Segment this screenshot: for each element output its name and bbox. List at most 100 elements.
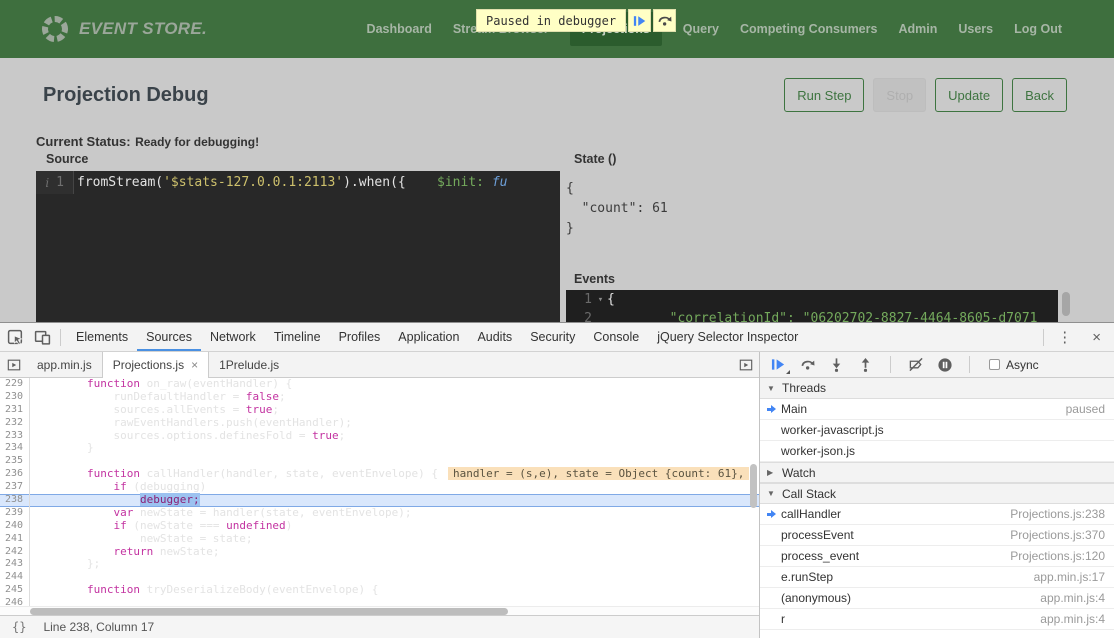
call-stack-frame-partial[interactable]	[760, 630, 1114, 638]
code-token-sel: debugger;	[140, 493, 200, 506]
devtools-tab-network[interactable]: Network	[201, 323, 265, 351]
line-number-gutter[interactable]: 234	[0, 442, 30, 455]
code-token-p	[34, 467, 87, 480]
source-editor[interactable]: i1 fromStream('$stats-127.0.0.1:2113').w…	[36, 171, 560, 322]
devtools-tab-timeline[interactable]: Timeline	[265, 323, 330, 351]
call-stack-section-header[interactable]: ▼Call Stack	[760, 483, 1114, 504]
step-over-button[interactable]	[653, 9, 676, 32]
close-tab-icon[interactable]: ×	[191, 358, 198, 372]
line-number-gutter[interactable]: 244	[0, 571, 30, 584]
show-drawer-button[interactable]	[732, 352, 759, 377]
state-json-line: }	[566, 219, 668, 239]
events-editor[interactable]: 1▾{2 "correlationId": "06202702-8827-446…	[566, 290, 1058, 322]
line-number-gutter[interactable]: 232	[0, 417, 30, 430]
devtools-menu-button[interactable]: ⋮	[1048, 328, 1081, 346]
call-stack-frame-callhandler[interactable]: callHandlerProjections.js:238	[760, 504, 1114, 525]
call-stack-frame-e-runstep[interactable]: e.runStepapp.min.js:17	[760, 567, 1114, 588]
line-number-gutter[interactable]: 237	[0, 481, 30, 494]
line-number-gutter[interactable]: 243	[0, 558, 30, 571]
line-number-gutter[interactable]: 230	[0, 391, 30, 404]
devtools-tab-jquery-selector-inspector[interactable]: jQuery Selector Inspector	[648, 323, 807, 351]
source-editor-gutter: i1	[36, 171, 74, 194]
devtools-tab-sources[interactable]: Sources	[137, 323, 201, 351]
call-stack-frame-r[interactable]: rapp.min.js:4	[760, 609, 1114, 630]
line-number-gutter[interactable]: 246	[0, 597, 30, 606]
thread-row-worker-javascript-js[interactable]: worker-javascript.js	[760, 420, 1114, 441]
step-over-button[interactable]	[799, 356, 816, 373]
line-number-gutter[interactable]: 235	[0, 455, 30, 468]
code-token-p	[34, 583, 87, 596]
line-number-gutter[interactable]: 240	[0, 520, 30, 533]
code-token-blu: fu	[492, 175, 508, 190]
brand[interactable]: EVENT STORE.	[40, 14, 207, 44]
inspect-element-button[interactable]	[2, 324, 29, 350]
code-token-p: rawEventHandlers.push(eventHandler);	[34, 416, 352, 429]
pretty-print-button[interactable]: {}	[12, 620, 26, 634]
call-stack-frame-process-event[interactable]: process_eventProjections.js:120	[760, 546, 1114, 567]
inspect-cursor-icon	[7, 329, 24, 346]
code-line[interactable]: 246	[0, 597, 759, 606]
line-number-gutter[interactable]: 241	[0, 533, 30, 546]
fold-caret-icon[interactable]: ▾	[594, 295, 607, 305]
info-gutter-icon: i	[45, 176, 49, 190]
line-number-gutter[interactable]: 238	[0, 494, 30, 507]
thread-row-main-label: Main	[781, 402, 807, 416]
line-number-gutter[interactable]: 245	[0, 584, 30, 597]
blue-arrow-icon	[767, 405, 776, 413]
resume-script-button[interactable]	[628, 9, 651, 32]
current-status-label: Current Status:	[36, 134, 131, 149]
thread-row-worker-json-js[interactable]: worker-json.js	[760, 441, 1114, 462]
code-vertical-scrollbar-thumb[interactable]	[750, 464, 757, 508]
devtools-tab-elements[interactable]: Elements	[67, 323, 137, 351]
devtools-toolbar: ElementsSourcesNetworkTimelineProfilesAp…	[0, 323, 1114, 352]
file-tab-bar: app.min.jsProjections.js×1Prelude.js	[0, 352, 759, 378]
devtools-tab-console[interactable]: Console	[584, 323, 648, 351]
step-out-button[interactable]	[857, 356, 874, 373]
code-horizontal-scrollbar[interactable]	[0, 606, 759, 615]
file-tab-1prelude-js[interactable]: 1Prelude.js	[209, 352, 289, 377]
code-horizontal-scrollbar-thumb[interactable]	[30, 608, 508, 615]
event-store-logo-icon	[40, 14, 70, 44]
code-token-p: ).when({	[343, 175, 437, 190]
call-stack-frame-processevent[interactable]: processEventProjections.js:370	[760, 525, 1114, 546]
toggle-device-toolbar-button[interactable]	[29, 324, 56, 350]
pause-on-exceptions-button[interactable]	[936, 356, 953, 373]
code-line[interactable]: 243 };	[0, 558, 759, 571]
line-number-gutter[interactable]: 239	[0, 507, 30, 520]
code-line[interactable]: 233 sources.options.definesFold = true;	[0, 430, 759, 443]
thread-row-main[interactable]: Main paused	[760, 399, 1114, 420]
file-tab-projections-js[interactable]: Projections.js×	[102, 352, 209, 378]
threads-section-header[interactable]: ▼Threads	[760, 378, 1114, 399]
debugger-toolbar: Async	[760, 352, 1114, 378]
devtools-tab-security[interactable]: Security	[521, 323, 584, 351]
code-token-p: sources.allEvents =	[34, 403, 246, 416]
code-editor[interactable]: 229 function on_raw(eventHandler) {230 r…	[0, 378, 759, 606]
code-line-text: };	[30, 558, 100, 571]
debugger-sidebar: Async ▼Threads Main paused worker-javascrip…	[760, 352, 1114, 638]
blue-arrow-head	[771, 405, 776, 413]
file-tab-app-min-js[interactable]: app.min.js	[27, 352, 102, 377]
show-navigator-button[interactable]	[0, 352, 27, 377]
line-number-gutter[interactable]: 229	[0, 378, 30, 391]
line-number-gutter[interactable]: 242	[0, 546, 30, 559]
code-line[interactable]: 242 return newState;	[0, 546, 759, 559]
step-into-button[interactable]	[828, 356, 845, 373]
thread-row-main-meta: paused	[1058, 402, 1105, 416]
devtools-tab-audits[interactable]: Audits	[468, 323, 521, 351]
code-line[interactable]: 234 }	[0, 442, 759, 455]
watch-section-header[interactable]: ▶Watch	[760, 462, 1114, 483]
devtools-close-button[interactable]: ×	[1081, 329, 1112, 346]
devtools-tab-application[interactable]: Application	[389, 323, 468, 351]
line-number-gutter[interactable]: 236	[0, 468, 30, 481]
nav-item-dashboard[interactable]: Dashboard	[367, 22, 432, 36]
line-number-gutter[interactable]: 231	[0, 404, 30, 417]
line-number-gutter[interactable]: 233	[0, 430, 30, 443]
call-stack-frame-anonymous[interactable]: (anonymous)app.min.js:4	[760, 588, 1114, 609]
devtools-tab-profiles[interactable]: Profiles	[330, 323, 390, 351]
deactivate-breakpoints-button[interactable]	[907, 356, 924, 373]
events-scrollbar-thumb[interactable]	[1062, 292, 1070, 316]
async-checkbox-wrap[interactable]: Async	[989, 358, 1039, 372]
async-checkbox[interactable]	[989, 359, 1000, 370]
resume-script-button[interactable]	[770, 356, 787, 373]
code-line[interactable]: 245 function tryDeserializeBody(eventEnv…	[0, 584, 759, 597]
